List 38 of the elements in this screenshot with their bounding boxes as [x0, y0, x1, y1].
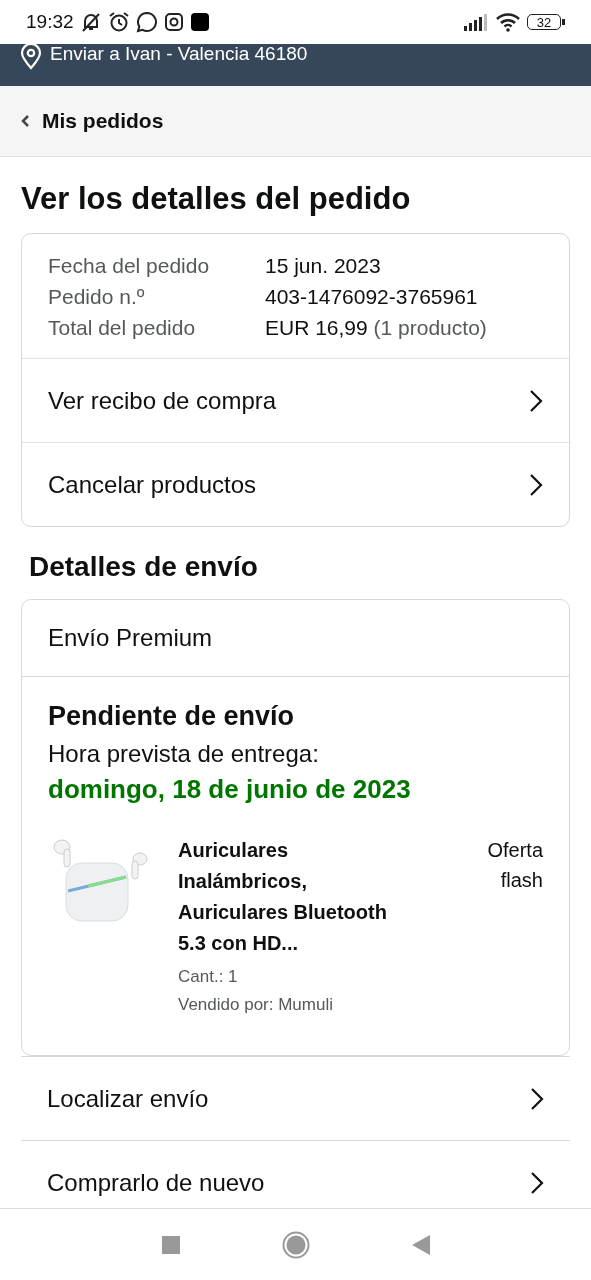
seller: Vendido por: Mumuli	[178, 995, 334, 1015]
quantity: Cant.: 1	[178, 967, 239, 987]
recents-icon[interactable]	[160, 1234, 181, 1255]
delivery-date: domingo, 18 de junio de 2023	[48, 774, 412, 805]
page-title: Ver los detalles del pedido	[21, 181, 412, 217]
menu-row[interactable]: Localizar envío	[21, 1056, 570, 1140]
chevron-right-icon	[530, 1086, 544, 1111]
field-value: EUR 16,99 (1 producto)	[265, 316, 488, 340]
app-icon	[189, 12, 210, 32]
product-title[interactable]: Auriculares Inalámbricos, Auriculares Bluetooth 5.3 con HD...	[178, 835, 418, 959]
deal-label: Oferta flash	[486, 838, 543, 893]
field-value: 15 jun. 2023	[265, 254, 382, 278]
chevron-right-icon	[530, 1170, 544, 1195]
shipping-service: Envío Premium	[22, 600, 569, 677]
camera-icon	[163, 12, 184, 32]
alarm-icon	[107, 11, 130, 33]
field-label: Fecha del pedido	[48, 254, 211, 278]
chevron-right-icon	[529, 472, 543, 497]
chevron-left-icon	[20, 114, 30, 128]
field-value: 403-1476092-3765961	[265, 285, 479, 309]
field-label: Pedido n.º	[48, 285, 146, 309]
section-heading: Detalles de envío	[29, 551, 259, 583]
muted-bell-icon	[79, 11, 102, 33]
menu-row[interactable]: Ver recibo de compra	[22, 358, 569, 442]
chat-icon	[135, 11, 158, 33]
delivery-label: Hora prevista de entrega:	[48, 740, 320, 768]
menu-row[interactable]: Cancelar productos	[22, 442, 569, 526]
back-icon[interactable]	[410, 1233, 431, 1256]
battery-level: 32	[527, 14, 561, 30]
wifi-icon	[495, 12, 521, 32]
back-link[interactable]: Mis pedidos	[20, 109, 164, 133]
signal-icon	[463, 13, 489, 31]
location-pin-icon	[20, 44, 42, 70]
shipment-status: Pendiente de envío	[48, 701, 296, 732]
chevron-right-icon	[529, 388, 543, 413]
status-time: 19:32	[26, 11, 74, 33]
home-icon[interactable]	[281, 1230, 310, 1259]
field-label: Total del pedido	[48, 316, 197, 340]
